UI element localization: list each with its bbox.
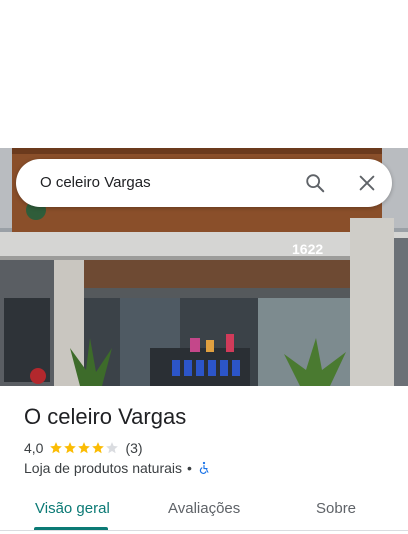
- tabs-divider: [0, 530, 408, 531]
- star-rating: [49, 441, 119, 455]
- search-bar[interactable]: O celeiro Vargas: [16, 159, 392, 207]
- close-icon[interactable]: [356, 172, 378, 194]
- place-tabs: Visão geral Avaliações Sobre: [0, 492, 408, 532]
- star-icon: [92, 442, 105, 454]
- separator: •: [187, 460, 192, 476]
- tab-about[interactable]: Sobre: [316, 500, 356, 517]
- review-count[interactable]: (3): [125, 440, 142, 456]
- rating-value: 4,0: [24, 440, 44, 456]
- search-input[interactable]: O celeiro Vargas: [40, 174, 151, 191]
- wheelchair-accessible-icon: [199, 461, 209, 474]
- tab-reviews[interactable]: Avaliações: [168, 500, 240, 517]
- map-blank-area: [0, 0, 408, 148]
- place-title: O celeiro Vargas: [24, 404, 187, 429]
- category-row: Loja de produtos naturais •: [24, 460, 211, 476]
- place-category: Loja de produtos naturais: [24, 460, 182, 476]
- rating-summary[interactable]: 4,0 (3): [24, 440, 143, 456]
- star-icon: [78, 442, 91, 454]
- star-icon: [64, 442, 77, 454]
- building-number: 1622: [292, 241, 323, 257]
- tab-overview[interactable]: Visão geral: [35, 500, 110, 517]
- star-empty-icon: [106, 442, 119, 454]
- search-icon[interactable]: [304, 172, 326, 194]
- star-icon: [50, 442, 63, 454]
